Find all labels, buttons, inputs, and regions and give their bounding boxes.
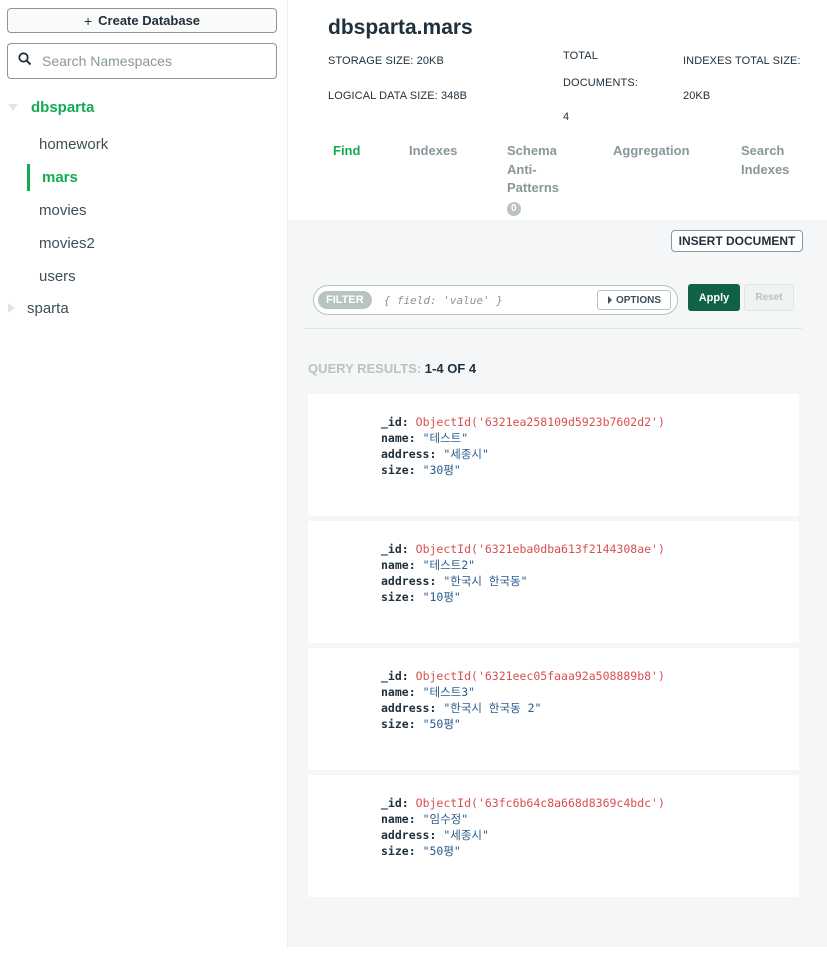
tab-aggregation[interactable]: Aggregation — [613, 142, 690, 161]
anti-patterns-count-badge: 0 — [507, 201, 521, 216]
field-value-objectid: ObjectId('6321ea258109d5923b7602d2') — [415, 415, 665, 429]
database-name: dbsparta — [31, 98, 95, 116]
tab-schema-anti-patterns[interactable]: Schema Anti- Patterns 0 — [507, 142, 559, 216]
total-documents-value: 4 — [563, 111, 570, 123]
search-icon — [18, 51, 32, 71]
database-name: sparta — [27, 299, 69, 317]
main-panel: dbsparta.mars STORAGE SIZE: 20KB LOGICAL… — [288, 0, 827, 953]
create-database-button[interactable]: + Create Database — [7, 8, 277, 33]
field-value: "10평" — [422, 590, 461, 604]
field-value: "테스트3" — [422, 685, 476, 699]
field-key: _id: — [381, 669, 409, 683]
results-label-text: QUERY RESULTS: — [308, 361, 422, 376]
storage-size-value: 20KB — [416, 55, 444, 67]
logical-size-stat: LOGICAL DATA SIZE: 348B — [328, 90, 467, 102]
field-key: address: — [381, 701, 437, 715]
field-key: name: — [381, 558, 416, 572]
insert-document-button[interactable]: INSERT DOCUMENT — [671, 230, 803, 252]
options-button[interactable]: OPTIONS — [597, 290, 671, 310]
field-value: "50평" — [422, 844, 461, 858]
document-card[interactable]: _id: ObjectId('6321eec05faaa92a508889b8'… — [308, 648, 799, 770]
document-fields: _id: ObjectId('6321eec05faaa92a508889b8'… — [381, 668, 665, 732]
total-documents-label-2: DOCUMENTS: — [563, 77, 638, 89]
field-value: "세종시" — [443, 828, 489, 842]
database-item-dbsparta[interactable]: dbsparta — [8, 94, 94, 120]
divider — [304, 328, 802, 329]
field-value: "테스트2" — [422, 558, 476, 572]
storage-size-label: STORAGE SIZE: — [328, 55, 414, 67]
logical-size-label: LOGICAL DATA SIZE: — [328, 90, 438, 102]
namespace-title: dbsparta.mars — [328, 16, 473, 39]
field-value-objectid: ObjectId('6321eba0dba613f2144308ae') — [415, 542, 665, 556]
field-value-objectid: ObjectId('63fc6b64c8a668d8369c4bdc') — [415, 796, 665, 810]
documents-view: INSERT DOCUMENT FILTER OPTIONS Apply Res… — [288, 220, 827, 947]
field-key: _id: — [381, 796, 409, 810]
reset-button[interactable]: Reset — [744, 284, 794, 311]
namespace-search[interactable] — [7, 43, 277, 79]
tab-label-line: Anti- — [507, 161, 537, 177]
tab-search-indexes[interactable]: Search Indexes — [741, 142, 789, 179]
logical-size-value: 348B — [440, 90, 468, 102]
plus-icon: + — [83, 12, 93, 29]
tab-label-line: Search — [741, 143, 785, 158]
document-card[interactable]: _id: ObjectId('6321ea258109d5923b7602d2'… — [308, 394, 799, 516]
caret-right-icon — [8, 303, 15, 313]
indexes-size-label: INDEXES TOTAL SIZE: — [683, 55, 801, 67]
document-card[interactable]: _id: ObjectId('63fc6b64c8a668d8369c4bdc'… — [308, 775, 799, 897]
field-key: name: — [381, 431, 416, 445]
field-value: "30평" — [422, 463, 461, 477]
collection-item-homework[interactable]: homework — [39, 133, 108, 155]
field-value: "한국시 한국동" — [443, 574, 528, 588]
document-card[interactable]: _id: ObjectId('6321eba0dba613f2144308ae'… — [308, 521, 799, 643]
collection-item-users[interactable]: users — [39, 265, 76, 287]
document-fields: _id: ObjectId('6321ea258109d5923b7602d2'… — [381, 414, 665, 478]
field-key: _id: — [381, 542, 409, 556]
apply-button[interactable]: Apply — [688, 284, 740, 311]
collection-item-movies[interactable]: movies — [39, 199, 87, 221]
create-database-label: Create Database — [98, 13, 201, 28]
tab-indexes[interactable]: Indexes — [409, 142, 457, 161]
results-count: 1-4 OF 4 — [424, 361, 477, 376]
tab-label-line: Patterns — [507, 180, 560, 195]
field-value: "세종시" — [443, 447, 489, 461]
database-item-sparta[interactable]: sparta — [8, 295, 69, 321]
field-value: "임수정" — [422, 812, 469, 826]
compass-app: + Create Database dbsparta homework mars… — [0, 0, 827, 953]
field-key: address: — [381, 447, 437, 461]
field-value: "테스트" — [422, 431, 469, 445]
storage-size-stat: STORAGE SIZE: 20KB — [328, 55, 444, 67]
tab-label-line: Schema — [507, 143, 557, 158]
caret-down-icon — [8, 103, 18, 111]
field-value: "50평" — [422, 717, 461, 731]
active-indicator — [27, 164, 30, 191]
field-key: size: — [381, 717, 416, 731]
field-key: address: — [381, 574, 437, 588]
filter-bar: FILTER OPTIONS — [313, 285, 678, 315]
caret-right-icon — [607, 296, 612, 304]
query-results-label: QUERY RESULTS: 1-4 OF 4 — [308, 361, 476, 376]
search-namespaces-input[interactable] — [42, 53, 262, 69]
field-key: address: — [381, 828, 437, 842]
field-value-objectid: ObjectId('6321eec05faaa92a508889b8') — [415, 669, 665, 683]
filter-label: FILTER — [318, 291, 372, 309]
field-key: size: — [381, 844, 416, 858]
total-documents-label-1: TOTAL — [563, 50, 598, 62]
field-key: name: — [381, 685, 416, 699]
field-key: name: — [381, 812, 416, 826]
sidebar: + Create Database dbsparta homework mars… — [0, 0, 288, 947]
indexes-size-value: 20KB — [683, 90, 711, 102]
tab-find[interactable]: Find — [333, 142, 360, 161]
filter-input[interactable] — [383, 293, 584, 307]
field-key: size: — [381, 463, 416, 477]
tab-label-line: Indexes — [741, 161, 790, 177]
field-key: _id: — [381, 415, 409, 429]
collection-item-movies2[interactable]: movies2 — [39, 232, 95, 254]
field-value: "한국시 한국동 2" — [443, 701, 542, 715]
document-fields: _id: ObjectId('6321eba0dba613f2144308ae'… — [381, 541, 665, 605]
field-key: size: — [381, 590, 416, 604]
collection-item-mars[interactable]: mars — [42, 166, 78, 188]
options-label: OPTIONS — [615, 294, 661, 306]
document-fields: _id: ObjectId('63fc6b64c8a668d8369c4bdc'… — [381, 795, 665, 859]
